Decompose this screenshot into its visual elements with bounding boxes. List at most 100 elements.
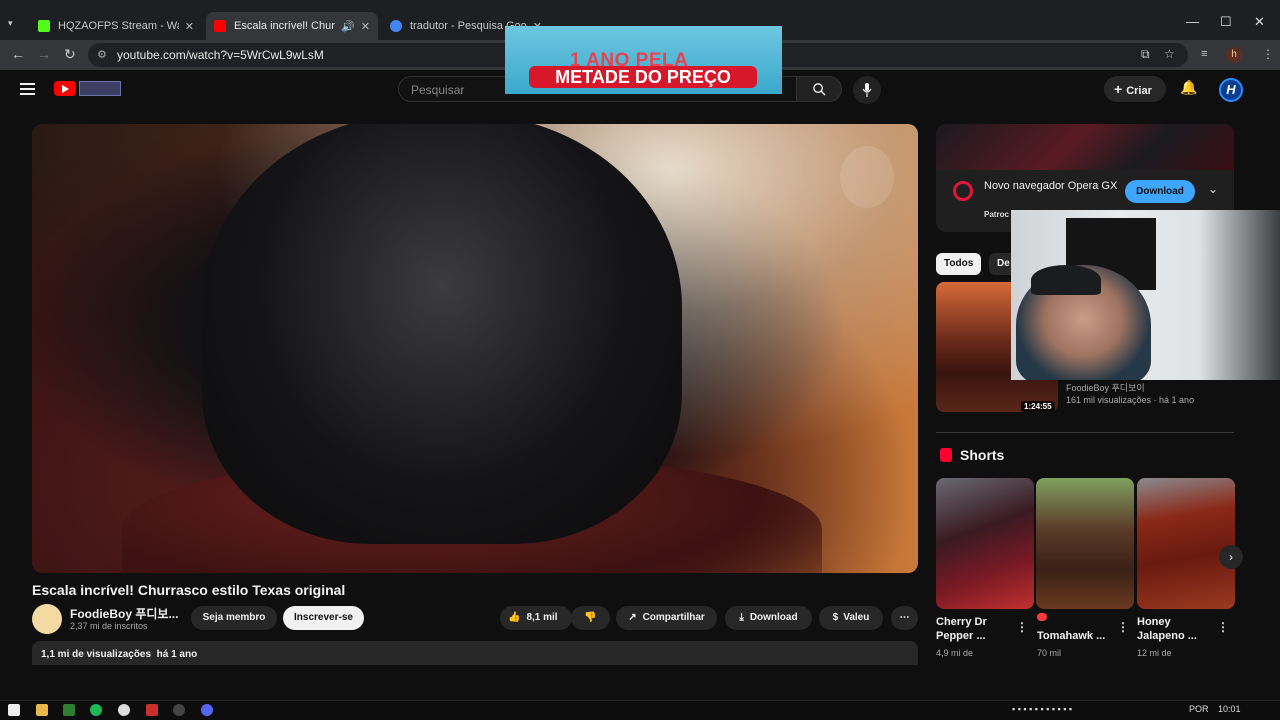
subscribe-button[interactable]: Inscrever-se [283, 606, 364, 630]
speaker-icon[interactable]: 🔊 [341, 20, 355, 33]
windows-start-icon[interactable] [8, 704, 20, 716]
recorder-icon[interactable] [146, 704, 158, 716]
spotify-icon[interactable] [90, 704, 102, 716]
create-button[interactable]: + Criar [1104, 76, 1166, 102]
opera-gx-logo-icon [953, 181, 973, 201]
recommended-channel-name[interactable]: FoodieBoy 푸디보이 [1066, 381, 1145, 394]
tray-icons[interactable]: ▪ ▪ ▪ ▪ ▪ ▪ ▪ ▪ ▪ ▪ ▪ [1012, 704, 1072, 714]
ad-download-button[interactable]: Download [1125, 180, 1195, 203]
bookmark-star-icon[interactable]: ☆ [1164, 47, 1175, 61]
close-icon[interactable]: ✕ [185, 20, 194, 33]
site-info-icon[interactable]: ⚙ [97, 48, 107, 61]
voice-search-button[interactable] [853, 76, 881, 104]
join-member-button[interactable]: Seja membro [191, 606, 277, 630]
short-more-icon[interactable]: ⋮ [1117, 620, 1129, 634]
tab-search-icon[interactable]: ▾ [8, 18, 13, 29]
menu-icon[interactable] [20, 83, 35, 95]
youtube-doodle[interactable] [79, 81, 121, 96]
divider [936, 432, 1234, 433]
promo-line-2: METADE DO PREÇO [529, 66, 757, 88]
promo-overlay-ad[interactable]: 1 ANO PELA METADE DO PREÇO [505, 26, 782, 94]
thanks-icon: $ [832, 612, 839, 623]
forward-icon[interactable]: → [37, 46, 51, 62]
tab-stream[interactable]: HQZAOFPS Stream - Watch Liv ✕ [30, 12, 202, 40]
webcam-cap [1031, 265, 1101, 295]
streamer-webcam-overlay [1011, 210, 1280, 380]
short-thumbnail[interactable] [1137, 478, 1235, 609]
short-views: 12 mi de [1137, 648, 1172, 658]
mic-icon [862, 83, 872, 97]
short-more-icon[interactable]: ⋮ [1217, 620, 1229, 634]
short-title[interactable]: Cherry Dr Pepper ... [936, 615, 1014, 643]
more-icon: ⋯ [899, 612, 910, 623]
ad-sponsored-label: Patroc [984, 210, 1009, 219]
windows-taskbar [0, 700, 1280, 720]
video-title: Escala incrível! Churrasco estilo Texas … [32, 582, 346, 598]
shorts-heading: Shorts [960, 447, 1005, 463]
youtube-logo-icon[interactable] [54, 81, 76, 96]
tab-label: Escala incrível! Churrasco e [234, 20, 335, 32]
browser-menu-icon[interactable]: ⋮ [1262, 47, 1274, 61]
description-box[interactable]: 1,1 mi de visualizações há 1 ano [32, 641, 918, 665]
channel-name[interactable]: FoodieBoy 푸디보... [70, 605, 178, 622]
profile-avatar[interactable]: h [1226, 47, 1242, 63]
download-label: Download [749, 612, 798, 623]
minimize-icon[interactable]: — [1186, 14, 1199, 29]
video-player[interactable] [32, 124, 918, 573]
account-avatar[interactable]: H [1219, 78, 1243, 102]
window-close-icon[interactable]: ✕ [1254, 14, 1265, 30]
discord-icon[interactable] [201, 704, 213, 716]
tab-youtube-video[interactable]: Escala incrível! Churrasco e 🔊 ✕ [206, 12, 378, 40]
search-placeholder: Pesquisar [411, 83, 465, 97]
short-thumbnail[interactable] [936, 478, 1034, 609]
channel-watermark-logo [840, 146, 894, 208]
video-duration-badge: 1:24:55 [1021, 401, 1055, 412]
reload-icon[interactable]: ↻ [64, 46, 76, 63]
thumbs-up-icon: 👍 [508, 612, 521, 623]
url-text[interactable]: youtube.com/watch?v=5WrCwL9wLsM [117, 48, 324, 62]
like-count: 8,1 mil [526, 612, 558, 623]
share-button[interactable]: ↗ Compartilhar [616, 606, 717, 630]
download-icon: ⤓ [739, 612, 744, 623]
xbox-icon[interactable] [63, 704, 75, 716]
share-icon: ↗ [628, 612, 637, 623]
extensions-icon[interactable]: ≡ [1201, 48, 1207, 60]
search-button[interactable] [796, 76, 842, 102]
chevron-down-icon[interactable]: ⌄ [1208, 182, 1218, 196]
chip-all[interactable]: Todos [936, 253, 982, 275]
chrome-icon[interactable] [118, 704, 130, 716]
download-button[interactable]: ⤓ Download [725, 606, 812, 630]
thumbs-down-icon: 👎 [584, 612, 597, 623]
thanks-button[interactable]: $ Valeu [819, 606, 883, 630]
short-title[interactable]: Honey Jalapeno ... [1137, 615, 1215, 643]
input-language[interactable]: POR [1189, 704, 1209, 714]
channel-avatar[interactable] [32, 604, 62, 634]
share-label: Compartilhar [642, 612, 705, 623]
youtube-icon [214, 20, 226, 32]
short-views: 4,9 mi de [936, 648, 974, 658]
more-actions-button[interactable]: ⋯ [891, 606, 918, 630]
like-button[interactable]: 👍 8,1 mil [500, 606, 572, 630]
notifications-bell-icon[interactable]: 🔔 [1180, 79, 1197, 96]
short-views: 70 mil [1037, 648, 1062, 658]
subscriber-count: 2,37 mi de inscritos [70, 621, 148, 631]
install-app-icon[interactable]: ⧉ [1141, 47, 1150, 62]
short-title[interactable]: Tomahawk ... [1037, 629, 1115, 643]
short-more-icon[interactable]: ⋮ [1016, 620, 1028, 634]
thanks-label: Valeu [843, 612, 870, 623]
close-icon[interactable]: ✕ [361, 20, 370, 33]
short-thumbnail[interactable] [1036, 478, 1134, 609]
view-count-and-date: 1,1 mi de visualizações há 1 ano [41, 649, 198, 660]
dislike-button[interactable]: 👎 [571, 606, 610, 630]
back-icon[interactable]: ← [11, 46, 25, 62]
recommended-video-meta: 161 mil visualizações · há 1 ano [1066, 395, 1195, 405]
live-badge-icon [1037, 613, 1047, 621]
shorts-icon [940, 448, 952, 462]
shorts-next-button[interactable]: › [1219, 545, 1243, 569]
file-explorer-icon[interactable] [36, 704, 48, 716]
clock[interactable]: 10:01 [1218, 704, 1241, 714]
ad-title: Novo navegador Opera GX [984, 180, 1118, 192]
video-frame-glove [202, 124, 682, 544]
maximize-icon[interactable]: ☐ [1220, 14, 1232, 30]
obs-icon[interactable] [173, 704, 185, 716]
